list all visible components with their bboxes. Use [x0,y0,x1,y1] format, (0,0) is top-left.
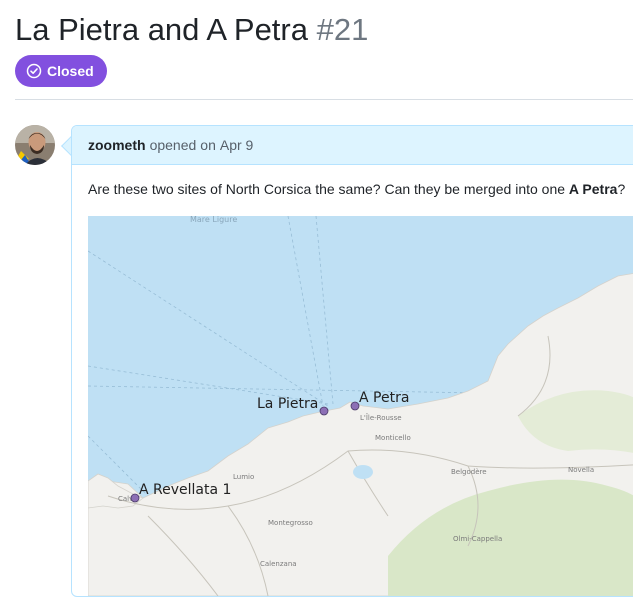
comment-header: zoometh opened on Apr 9 [72,126,633,165]
check-circle-icon [26,63,42,79]
site-label-la-pietra: La Pietra [257,396,318,412]
comment-date-prefix: on [200,137,216,153]
place-calenzana: Calenzana [260,560,297,568]
map-image[interactable]: Mare Ligure L'Île-Rousse Monticello Belg… [88,216,633,596]
site-marker-a-revellata[interactable] [130,493,140,503]
place-ile-rousse: L'Île-Rousse [360,413,402,422]
site-marker-a-petra[interactable] [350,401,360,411]
site-label-a-revellata: A Revellata 1 [139,482,231,498]
place-olmi-cappella: Olmi-Cappella [453,535,502,543]
issue-title: La Pietra and A Petra #21 [15,10,368,50]
place-monticello: Monticello [375,434,411,442]
place-montegrosso: Montegrosso [268,519,313,527]
issue-title-text: La Pietra and A Petra [15,12,308,47]
issue-comment: zoometh opened on Apr 9 Are these two si… [71,125,633,597]
status-label: Closed [47,63,94,79]
comment-body: Are these two sites of North Corsica the… [72,165,633,197]
place-novella: Novella [568,466,594,474]
place-belgodere: Belgodère [451,468,487,476]
comment-text-end: ? [617,181,626,197]
site-marker-la-pietra[interactable] [319,406,329,416]
lake [353,465,373,479]
sea-label: Mare Ligure [190,216,237,224]
map-svg: Mare Ligure L'Île-Rousse Monticello Belg… [88,216,633,596]
site-label-a-petra: A Petra [359,390,409,406]
comment-action: opened [149,137,197,153]
comment-text-bold: A Petra [568,181,618,197]
author-link[interactable]: zoometh [88,137,146,153]
author-avatar[interactable] [15,125,55,165]
closed-status-badge: Closed [15,55,107,87]
comment-date[interactable]: Apr 9 [220,137,253,153]
issue-number: #21 [316,12,369,47]
place-lumio: Lumio [233,473,254,481]
comment-text-main: Are these two sites of North Corsica the… [88,181,569,197]
divider [15,99,633,100]
comment-text: Are these two sites of North Corsica the… [88,181,633,197]
